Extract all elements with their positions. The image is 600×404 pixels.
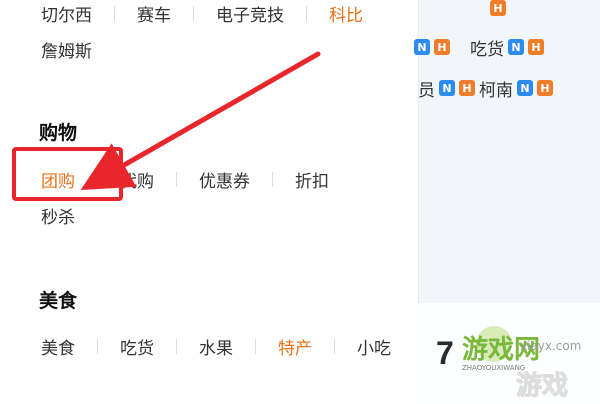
category-row-sports-2: 詹姆斯 — [41, 36, 92, 62]
watermark-logo-icon: 7 游戏网 xiayx.com ZHAOYOUXIWANG 游戏 — [436, 326, 581, 402]
link-kobe[interactable]: 科比 — [329, 1, 363, 26]
section-heading-shopping: 购物 — [39, 122, 78, 144]
side-row-1: N H 吃货 N H — [410, 35, 544, 60]
watermark-big: 游戏 — [516, 371, 568, 401]
side-link-foodie[interactable]: 吃货 — [470, 35, 504, 60]
divider — [272, 171, 273, 187]
link-james[interactable]: 詹姆斯 — [41, 37, 92, 62]
category-row-food: 美食 吃货 水果 特产 小吃 — [41, 333, 391, 359]
link-racing[interactable]: 赛车 — [137, 1, 171, 26]
new-badge: N — [508, 39, 524, 55]
side-link-conan[interactable]: 柯南 — [479, 76, 513, 101]
category-row-sports: 切尔西 赛车 电子竞技 科比 — [41, 0, 363, 26]
link-food[interactable]: 美食 — [41, 334, 75, 359]
link-flash-sale[interactable]: 秒杀 — [41, 203, 75, 228]
link-foodie[interactable]: 吃货 — [120, 334, 154, 359]
side-link-yuan[interactable]: 员 — [418, 76, 435, 101]
watermark-url: xiayx.com — [520, 339, 581, 353]
divider — [97, 338, 98, 354]
link-discount[interactable]: 折扣 — [295, 167, 329, 192]
divider — [334, 338, 335, 354]
divider — [193, 5, 194, 21]
divider — [306, 5, 307, 21]
link-fruit[interactable]: 水果 — [199, 334, 233, 359]
hot-badge: H — [528, 39, 544, 55]
link-coupon[interactable]: 优惠券 — [199, 167, 250, 192]
hot-badge: H — [490, 0, 506, 16]
side-row-0: H — [486, 0, 506, 20]
hot-badge: H — [537, 80, 553, 96]
hot-badge: H — [459, 80, 475, 96]
link-chelsea[interactable]: 切尔西 — [41, 1, 92, 26]
divider — [176, 338, 177, 354]
section-heading-food: 美食 — [39, 290, 78, 312]
divider — [114, 5, 115, 21]
link-specialty[interactable]: 特产 — [278, 334, 312, 359]
new-badge: N — [414, 39, 430, 55]
link-esports[interactable]: 电子竞技 — [216, 1, 284, 26]
link-daigou[interactable]: 代购 — [120, 167, 154, 192]
side-row-2: 员 N H 柯南 N H — [418, 76, 553, 101]
watermark-brand-num: 7 — [436, 335, 454, 371]
new-badge: N — [439, 80, 455, 96]
category-row-shopping-2: 秒杀 — [41, 202, 75, 228]
new-badge: N — [517, 80, 533, 96]
hot-badge: H — [434, 39, 450, 55]
divider — [255, 338, 256, 354]
link-snack[interactable]: 小吃 — [357, 334, 391, 359]
divider — [176, 171, 177, 187]
highlight-box — [12, 147, 123, 201]
